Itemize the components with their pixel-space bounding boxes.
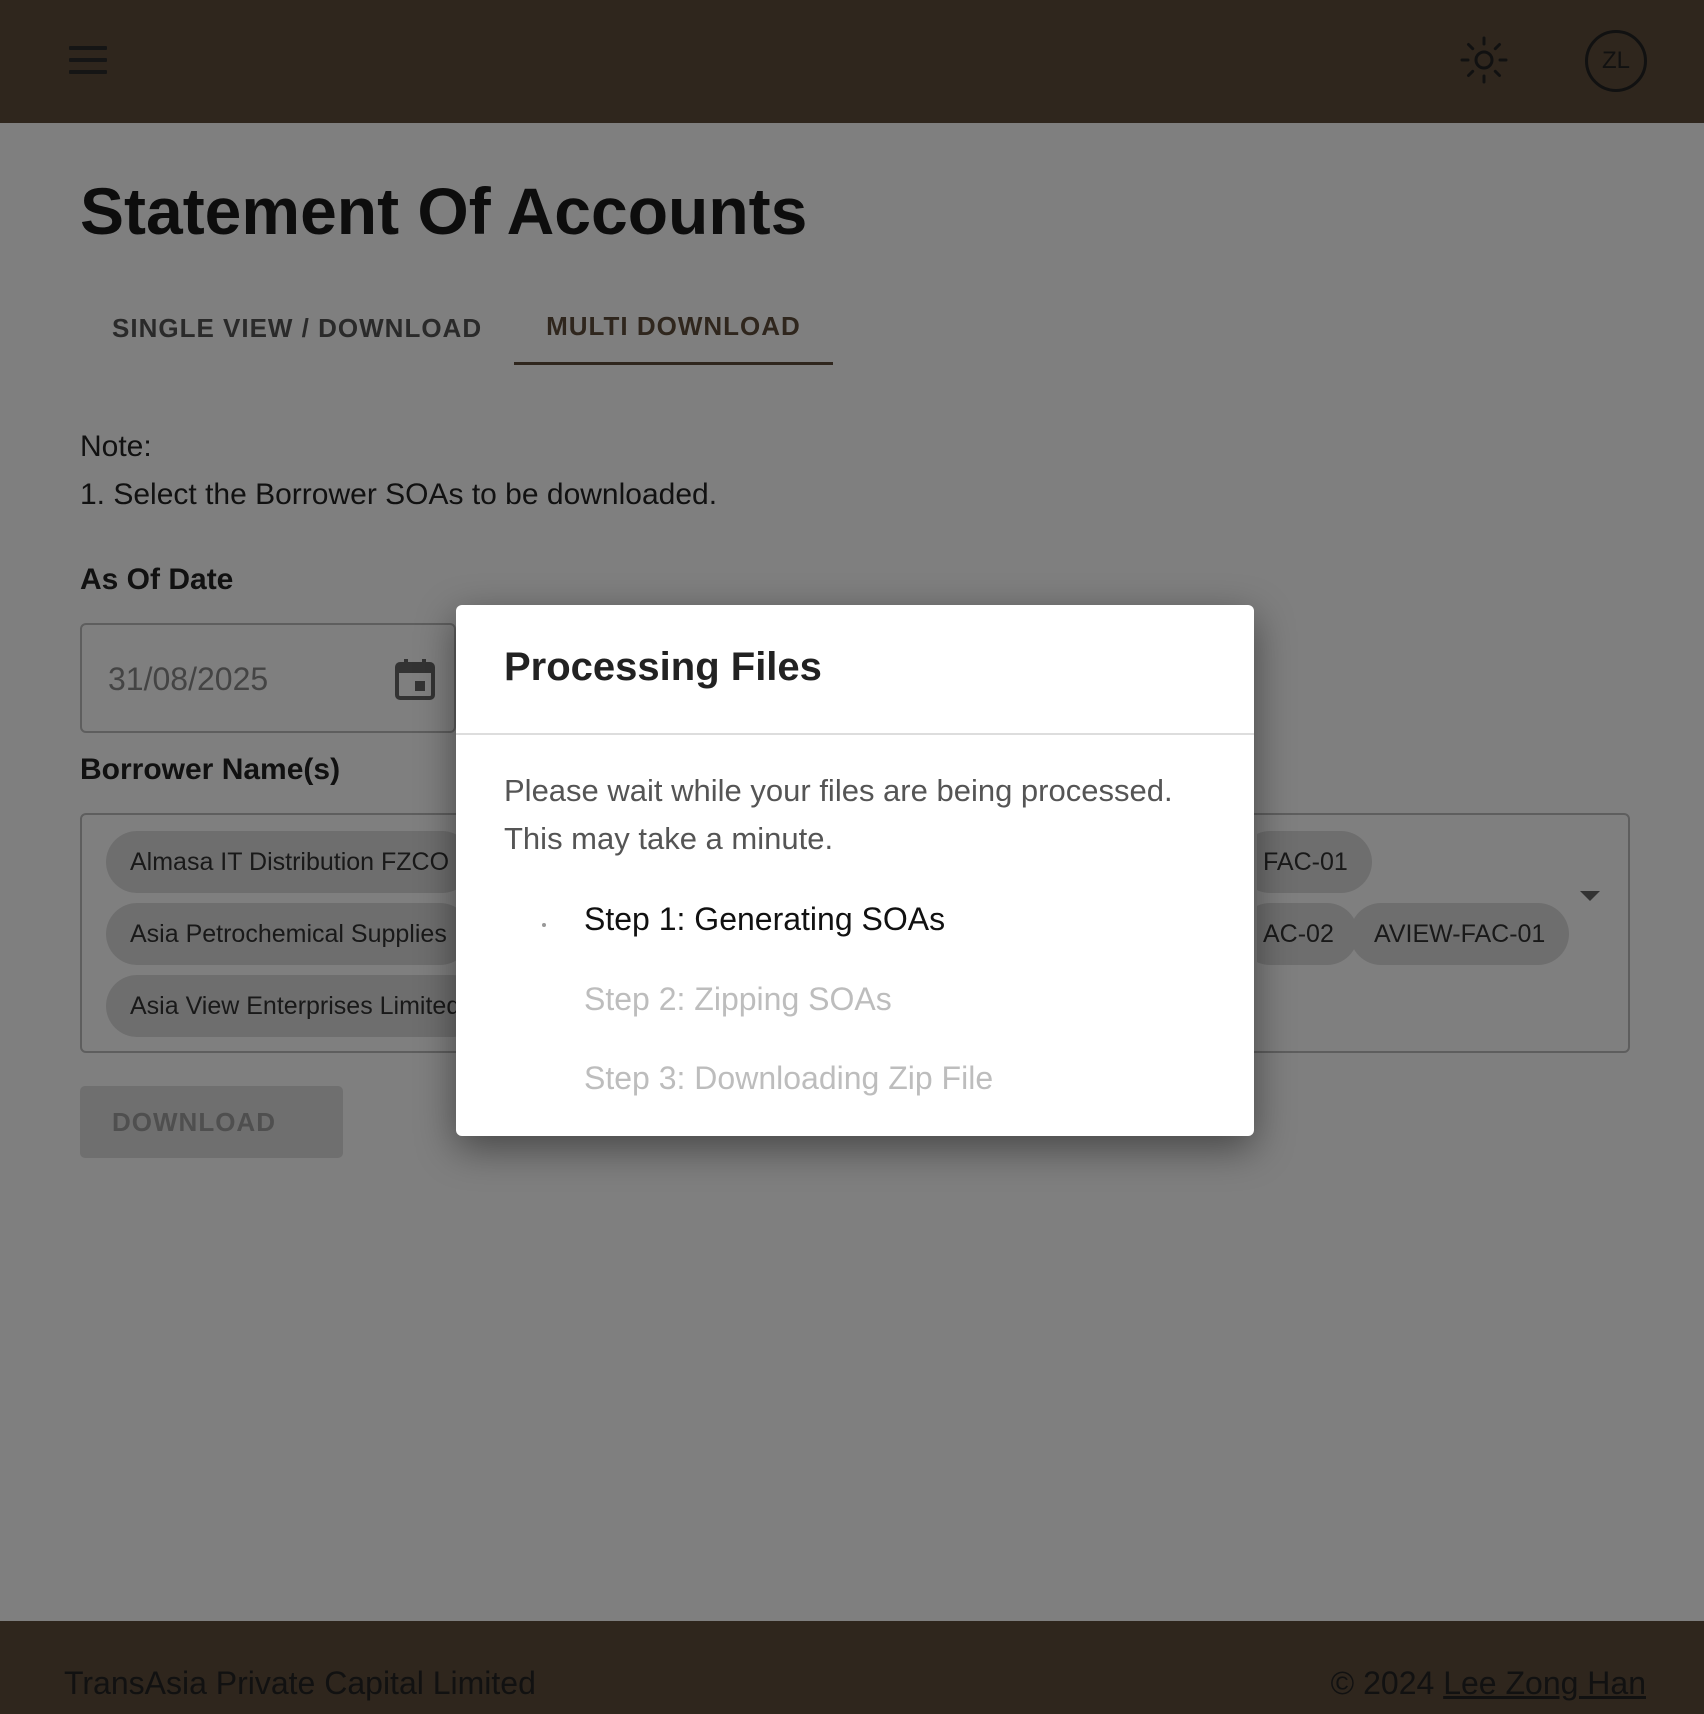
step-generating-soas: Step 1: Generating SOAs [584,901,946,937]
step-downloading-zip: Step 3: Downloading Zip File [584,1060,994,1096]
dialog-title: Processing Files [504,645,822,689]
dialog-message: Please wait while your files are being p… [504,773,1173,856]
progress-spinner-icon [542,923,546,927]
processing-dialog: Processing Files Please wait while your … [456,605,1254,1136]
step-zipping-soas: Step 2: Zipping SOAs [584,981,892,1017]
dialog-divider [456,733,1254,735]
